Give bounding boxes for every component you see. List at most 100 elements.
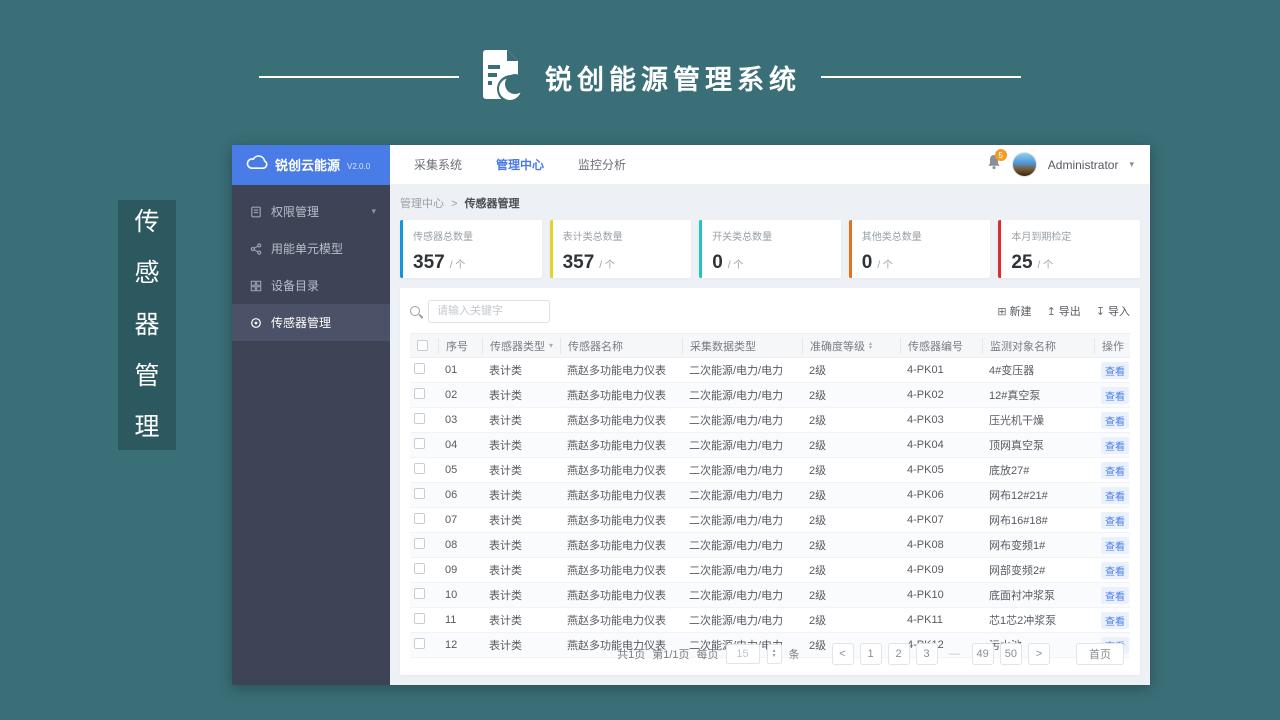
import-button[interactable]: ↧ 导入 [1096, 303, 1130, 319]
top-nav: 采集系统 管理中心 监控分析 [390, 156, 626, 173]
user-name[interactable]: Administrator [1048, 158, 1119, 172]
export-button[interactable]: ↥ 导出 [1047, 303, 1081, 319]
view-button[interactable]: 查看 [1101, 486, 1129, 504]
breadcrumb-parent[interactable]: 管理中心 [400, 198, 444, 210]
column-header: 准确度等级 ▴ ▾ [802, 337, 900, 354]
cell-type: 表计类 [489, 465, 522, 477]
cell-accuracy: 2级 [809, 615, 827, 627]
toolbar-actions: ⊞ 新建 ↥ 导出 ↧ 导入 [997, 303, 1130, 319]
stat-card: 传感器总数量 357 / 个 [400, 220, 542, 278]
cell-data_type: 二次能源/电力/电力 [689, 440, 784, 452]
view-button[interactable]: 查看 [1101, 511, 1129, 529]
divider-line [821, 76, 1021, 78]
page-button[interactable]: 3 [915, 643, 938, 665]
cell-data_type: 二次能源/电力/电力 [689, 515, 784, 527]
cell-no: 10 [445, 589, 458, 601]
side-banner-char: 传 [134, 208, 160, 236]
stat-value: 357 [413, 252, 445, 273]
row-checkbox[interactable] [414, 488, 425, 499]
top-nav-item[interactable]: 监控分析 [578, 156, 626, 173]
view-button[interactable]: 查看 [1101, 586, 1129, 604]
stat-value-row: 0 / 个 [862, 252, 981, 274]
column-header: 序号 [438, 337, 482, 354]
new-icon: ⊞ [997, 305, 1007, 318]
row-actions: 查看删除 [1094, 436, 1130, 454]
select-all-checkbox[interactable] [417, 340, 428, 351]
row-checkbox[interactable] [414, 438, 425, 449]
next-page-button[interactable]: > [1028, 643, 1050, 665]
side-banner: 传感器管理 [118, 200, 176, 450]
cell-code: 4-PK06 [907, 489, 944, 501]
row-checkbox[interactable] [414, 538, 425, 549]
table-row: 07 表计类 燕赵多功能电力仪表 二次能源/电力/电力 2级 4-PK07 网布16#18#… [410, 508, 1130, 533]
row-actions: 查看删除 [1094, 386, 1130, 404]
cell-target: 压光机干燥 [989, 415, 1044, 427]
cell-no: 11 [445, 614, 457, 626]
row-checkbox-cell [410, 488, 438, 502]
view-button[interactable]: 查看 [1101, 536, 1129, 554]
sidebar-item-label: 设备目录 [271, 279, 320, 293]
cell-data_type: 二次能源/电力/电力 [689, 615, 784, 627]
stat-value: 357 [562, 252, 595, 273]
per-page-input[interactable] [725, 644, 760, 664]
sidebar-item[interactable]: 用能单元模型 [232, 230, 390, 267]
row-checkbox[interactable] [414, 463, 425, 474]
row-checkbox[interactable] [414, 613, 425, 624]
cell-type: 表计类 [489, 390, 522, 402]
view-button[interactable]: 查看 [1101, 411, 1129, 429]
cell-target: 网布16#18# [989, 515, 1048, 527]
page-button[interactable]: 1 [859, 643, 882, 665]
cell-data_type: 二次能源/电力/电力 [689, 415, 784, 427]
cell-accuracy: 2级 [809, 515, 827, 527]
row-checkbox[interactable] [414, 588, 425, 599]
first-page-button[interactable]: 首页 [1076, 643, 1124, 665]
table-header: 序号 传感器类型 ▾ 传感器名称 采集数据类型 准确度等级 ▴ ▾ 传感器编号 监测对象名称 操作 [410, 333, 1130, 358]
view-button[interactable]: 查看 [1101, 561, 1129, 579]
app-logo[interactable]: 锐创云能源 V2.0.0 [232, 144, 390, 185]
view-button[interactable]: 查看 [1101, 461, 1129, 479]
view-button[interactable]: 查看 [1101, 361, 1129, 379]
row-checkbox[interactable] [414, 513, 425, 524]
page-button[interactable]: 50 [999, 643, 1022, 665]
search-input[interactable] [428, 299, 550, 323]
row-checkbox[interactable] [414, 563, 425, 574]
sidebar-item[interactable]: 设备目录 [232, 267, 390, 304]
row-checkbox[interactable] [414, 413, 425, 424]
new-button[interactable]: ⊞ 新建 [997, 303, 1031, 319]
cell-name: 燕赵多功能电力仪表 [567, 515, 666, 527]
sidebar-item[interactable]: 传感器管理 [232, 304, 390, 341]
stat-unit: / 个 [877, 260, 893, 271]
top-nav-item[interactable]: 管理中心 [496, 156, 544, 173]
cell-type: 表计类 [489, 515, 522, 527]
chevron-down-icon[interactable]: ▾ [1129, 159, 1134, 170]
sidebar-item-label: 传感器管理 [271, 316, 332, 330]
view-button[interactable]: 查看 [1101, 386, 1129, 404]
prev-page-button[interactable]: < [831, 643, 854, 665]
cell-accuracy: 2级 [809, 415, 827, 427]
table-row: 10 表计类 燕赵多功能电力仪表 二次能源/电力/电力 2级 4-PK10 底面衬冲浆泵 查看… [410, 583, 1130, 608]
filter-icon[interactable]: ▾ [549, 341, 553, 350]
notification-bell-icon[interactable]: 5 [987, 149, 1007, 175]
column-header: 传感器类型 ▾ [482, 337, 560, 354]
page-button[interactable]: 49 [971, 643, 994, 665]
main-content: 管理中心 > 传感器管理 传感器总数量 357/ 个表计类总数量 357/ 个开关类… [390, 185, 1150, 685]
per-page-stepper[interactable]: ▴ ▾ [766, 644, 782, 664]
cell-name: 燕赵多功能电力仪表 [567, 615, 666, 627]
row-checkbox-cell [410, 563, 438, 577]
sort-icon[interactable]: ▴ ▾ [869, 341, 872, 351]
avatar[interactable] [1011, 152, 1037, 177]
row-checkbox[interactable] [414, 388, 425, 399]
view-button[interactable]: 查看 [1101, 436, 1129, 454]
view-button[interactable]: 查看 [1101, 611, 1129, 629]
top-nav-item[interactable]: 采集系统 [414, 156, 462, 173]
row-actions: 查看删除 [1094, 611, 1130, 629]
row-actions: 查看删除 [1094, 361, 1130, 379]
table-row: 04 表计类 燕赵多功能电力仪表 二次能源/电力/电力 2级 4-PK04 顶网真空泵 查看删… [410, 433, 1130, 458]
topbar: 锐创云能源 V2.0.0 采集系统 管理中心 监控分析 5 Administrato… [232, 144, 1150, 185]
cell-type: 表计类 [489, 590, 522, 602]
row-checkbox[interactable] [414, 363, 425, 374]
page-button[interactable]: 2 [887, 643, 910, 665]
sidebar-item[interactable]: 权限管理 ▾ [232, 193, 390, 230]
stat-label: 本月到期检定 [1011, 232, 1072, 243]
app-logo-name: 锐创云能源 [275, 158, 341, 173]
